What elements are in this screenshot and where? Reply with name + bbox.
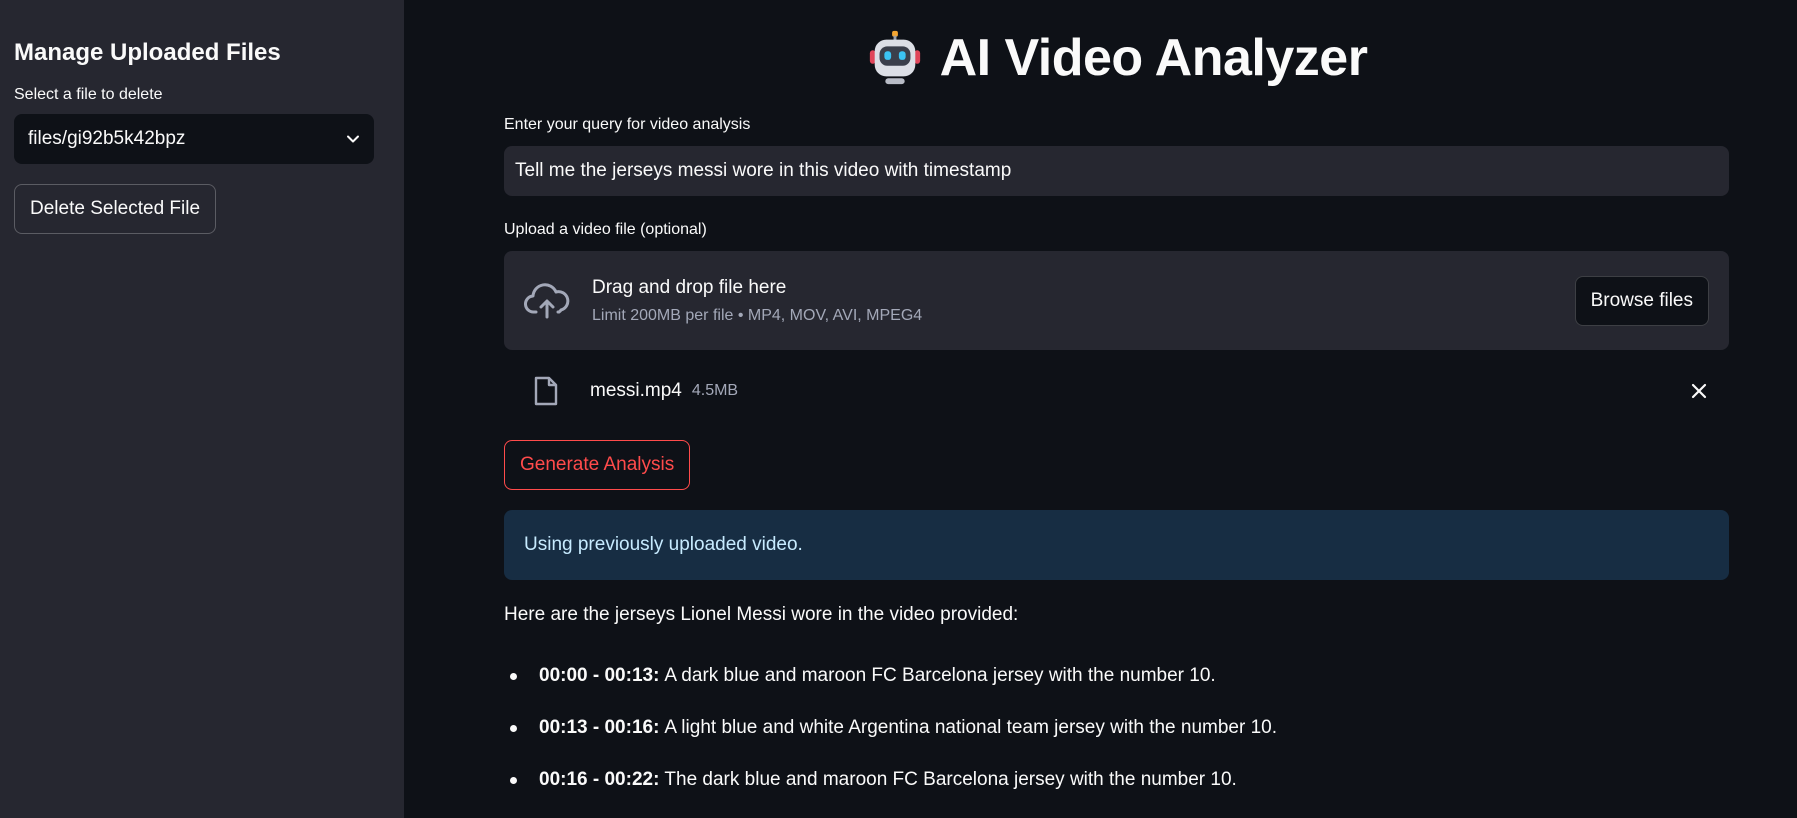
upload-label: Upload a video file (optional) [504, 221, 707, 238]
result-intro: Here are the jerseys Lionel Messi wore i… [504, 604, 1019, 625]
app-root: Manage Uploaded Files Select a file to d… [0, 0, 1797, 818]
list-item: 00:00 - 00:13: A dark blue and maroon FC… [504, 650, 1277, 702]
main-content: AI Video Analyzer Enter your query for v… [404, 0, 1797, 818]
query-input-value: Tell me the jerseys messi wore in this v… [515, 160, 1012, 181]
file-dropzone[interactable]: Drag and drop file here Limit 200MB per … [504, 251, 1729, 350]
list-item: 00:16 - 00:22: The dark blue and maroon … [504, 754, 1277, 806]
uploaded-file-row: messi.mp4 4.5MB [504, 370, 1729, 412]
dropzone-instructions: Drag and drop file here [592, 276, 787, 298]
page-title: AI Video Analyzer [504, 28, 1729, 88]
bullet [510, 724, 517, 732]
query-label: Enter your query for video analysis [504, 116, 751, 133]
robot-face-icon [869, 30, 920, 85]
result-list: 00:00 - 00:13: A dark blue and maroon FC… [504, 650, 1277, 806]
uploaded-file-name: messi.mp4 [590, 380, 682, 401]
info-alert-text: Using previously uploaded video. [524, 534, 803, 555]
file-select-label: Select a file to delete [14, 86, 163, 103]
close-icon[interactable] [1691, 383, 1707, 399]
chevron-down-icon [347, 135, 359, 143]
browse-files-button[interactable]: Browse files [1574, 275, 1709, 326]
list-item-text: A dark blue and maroon FC Barcelona jers… [664, 665, 1216, 686]
timestamp: 00:16 - 00:22: [539, 769, 660, 790]
dropzone-limit: Limit 200MB per file • MP4, MOV, AVI, MP… [592, 306, 923, 324]
content-column: AI Video Analyzer Enter your query for v… [504, 0, 1729, 790]
file-select[interactable]: files/gi92b5k42bpz [14, 114, 374, 164]
sidebar-title: Manage Uploaded Files [14, 39, 281, 66]
page-title-text: AI Video Analyzer [939, 29, 1368, 87]
generate-analysis-button[interactable]: Generate Analysis [504, 440, 691, 490]
bullet [510, 776, 517, 784]
query-input[interactable]: Tell me the jerseys messi wore in this v… [504, 146, 1729, 196]
timestamp: 00:00 - 00:13: [539, 665, 660, 686]
delete-selected-file-button[interactable]: Delete Selected File [14, 184, 217, 234]
dropzone-text: Drag and drop file here Limit 200MB per … [592, 277, 1575, 325]
file-icon [534, 376, 558, 406]
file-select-value: files/gi92b5k42bpz [28, 128, 186, 149]
bullet [510, 672, 517, 680]
uploaded-file-size: 4.5MB [691, 382, 739, 399]
timestamp: 00:13 - 00:16: [539, 717, 660, 738]
list-item-text: A light blue and white Argentina nationa… [664, 717, 1278, 738]
cloud-upload-icon [524, 282, 570, 318]
list-item-text: The dark blue and maroon FC Barcelona je… [664, 769, 1237, 790]
sidebar: Manage Uploaded Files Select a file to d… [0, 0, 404, 818]
info-alert: Using previously uploaded video. [504, 510, 1729, 580]
list-item: 00:13 - 00:16: A light blue and white Ar… [504, 702, 1277, 754]
